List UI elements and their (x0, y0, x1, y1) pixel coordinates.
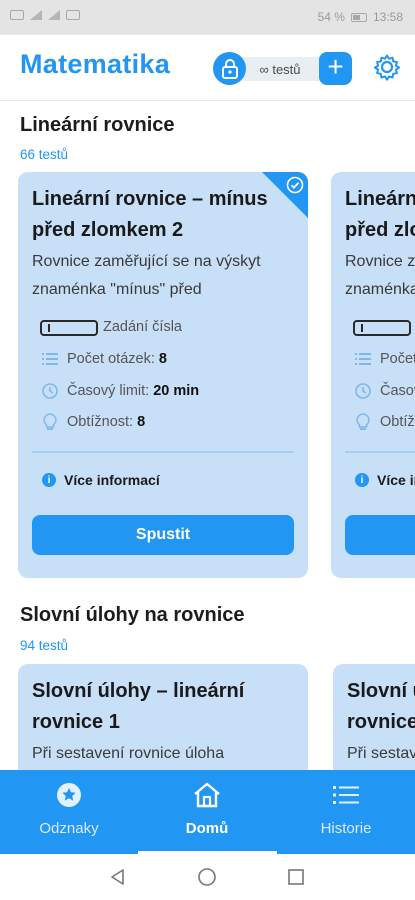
lightbulb-icon (356, 413, 370, 430)
system-navigation-bar (0, 854, 415, 900)
difficulty-row: Obtížnost: (353, 413, 415, 431)
signal-icon (30, 10, 42, 20)
test-card-description: Rovnice zaměřující se na výskyt znaménka… (32, 253, 261, 298)
more-info-label: Více informací (377, 472, 415, 488)
battery-icon (350, 12, 367, 22)
nav-label-badges: Odznaky (39, 820, 99, 837)
lock-button[interactable] (213, 52, 246, 85)
sim-icon (10, 10, 24, 20)
card-divider (32, 451, 294, 453)
list-icon (42, 353, 58, 365)
card-divider (345, 451, 415, 453)
nav-item-history[interactable]: Historie (277, 770, 415, 854)
status-icons-right: 54 % 13:58 (318, 10, 403, 24)
section-title-linear: Lineární rovnice (20, 114, 175, 136)
clock: 13:58 (372, 10, 403, 24)
time-limit-row: Časový limit: 20 min (40, 382, 199, 400)
more-info-link[interactable]: i Více informací (42, 472, 160, 488)
history-list-icon (333, 786, 359, 804)
lightbulb-icon (43, 413, 57, 430)
nav-label-home: Domů (185, 820, 229, 837)
time-limit-label: Časový limit: (67, 383, 150, 399)
time-limit-row: Časový limit: (353, 382, 415, 400)
start-test-button[interactable] (345, 515, 415, 555)
number-input-icon (40, 320, 98, 336)
status-icons-left (10, 10, 80, 20)
tests-indicator[interactable]: ∞ testů (239, 57, 321, 81)
badge-star-icon (57, 783, 81, 807)
app-bar: Matematika ∞ testů + (0, 35, 415, 101)
test-card[interactable]: Lineární rovnice – mínus před zlomkem 2 … (18, 172, 308, 578)
question-count-row: Počet otázek: (353, 351, 415, 367)
difficulty-label: Obtížnost: (67, 414, 134, 430)
timer-icon (355, 383, 371, 399)
settings-button[interactable] (373, 53, 401, 81)
number-input-icon (353, 320, 411, 336)
timer-icon (42, 383, 58, 399)
question-count-label: Počet otázek: (67, 351, 155, 367)
nav-label-history: Historie (320, 820, 372, 837)
test-card-title: Lineární rovnice – mínus před zlomkem 2 (32, 188, 268, 241)
difficulty-row: Obtížnost: 8 (40, 413, 145, 431)
time-limit-label: Časový limit: (380, 383, 415, 399)
test-card-next[interactable]: Lineární rovnice – mínus před zlomkem 3 … (331, 172, 415, 578)
home-icon (194, 782, 220, 808)
section-count-linear: 66 testů (20, 147, 69, 162)
app-title: Matematika (20, 49, 171, 79)
difficulty-label: Obtížnost: (380, 414, 415, 430)
app-screen: 54 % 13:58 Matematika ∞ testů + Lineární… (0, 0, 415, 900)
bottom-navigation: Odznaky Domů Historie (0, 770, 415, 854)
test-card-description: Při sestavení rovnice úloha (32, 745, 225, 762)
section-title-word-problems: Slovní úlohy na rovnice (20, 604, 245, 626)
time-limit-value: 20 min (153, 383, 200, 399)
answer-type-label: Zadání čísla (103, 319, 182, 335)
wifi-icon (48, 10, 60, 20)
test-card-next-description: Rovnice zaměřující se na výskyt znaménka… (345, 253, 415, 298)
lock-icon (221, 58, 238, 79)
battery-percent: 54 % (317, 10, 345, 24)
info-icon: i (42, 473, 56, 487)
section-count-word-problems: 94 testů (20, 638, 69, 653)
question-count-value: 8 (158, 351, 167, 367)
nav-item-home[interactable]: Domů (138, 770, 276, 854)
more-info-label: Více informací (64, 472, 160, 488)
test-card-next-title: Lineární rovnice – mínus před zlomkem 3 (345, 188, 415, 241)
question-count-row: Počet otázek: 8 (40, 351, 167, 367)
test-card-title: Slovní úlohy – lineární rovnice 1 (32, 680, 245, 733)
home-circle-icon[interactable] (197, 867, 217, 887)
test-card-next-description: Při sestavení rovnice úloha (347, 745, 415, 762)
test-card-next-title: Slovní úlohy – lineární rovnice 2 (347, 680, 415, 733)
more-info-link[interactable]: i Více informací (355, 472, 415, 488)
info-icon: i (355, 473, 369, 487)
nav-item-badges[interactable]: Odznaky (0, 770, 138, 854)
recents-square-icon[interactable] (286, 867, 306, 887)
difficulty-value: 8 (137, 414, 146, 430)
gear-icon (373, 54, 401, 81)
list-icon (355, 353, 371, 365)
nfc-icon (66, 10, 80, 20)
add-tests-button[interactable]: + (319, 52, 352, 85)
start-test-button[interactable]: Spustit (32, 515, 294, 555)
status-bar: 54 % 13:58 (0, 0, 415, 35)
back-triangle-icon[interactable] (108, 867, 128, 887)
question-count-label: Počet otázek: (380, 351, 415, 367)
